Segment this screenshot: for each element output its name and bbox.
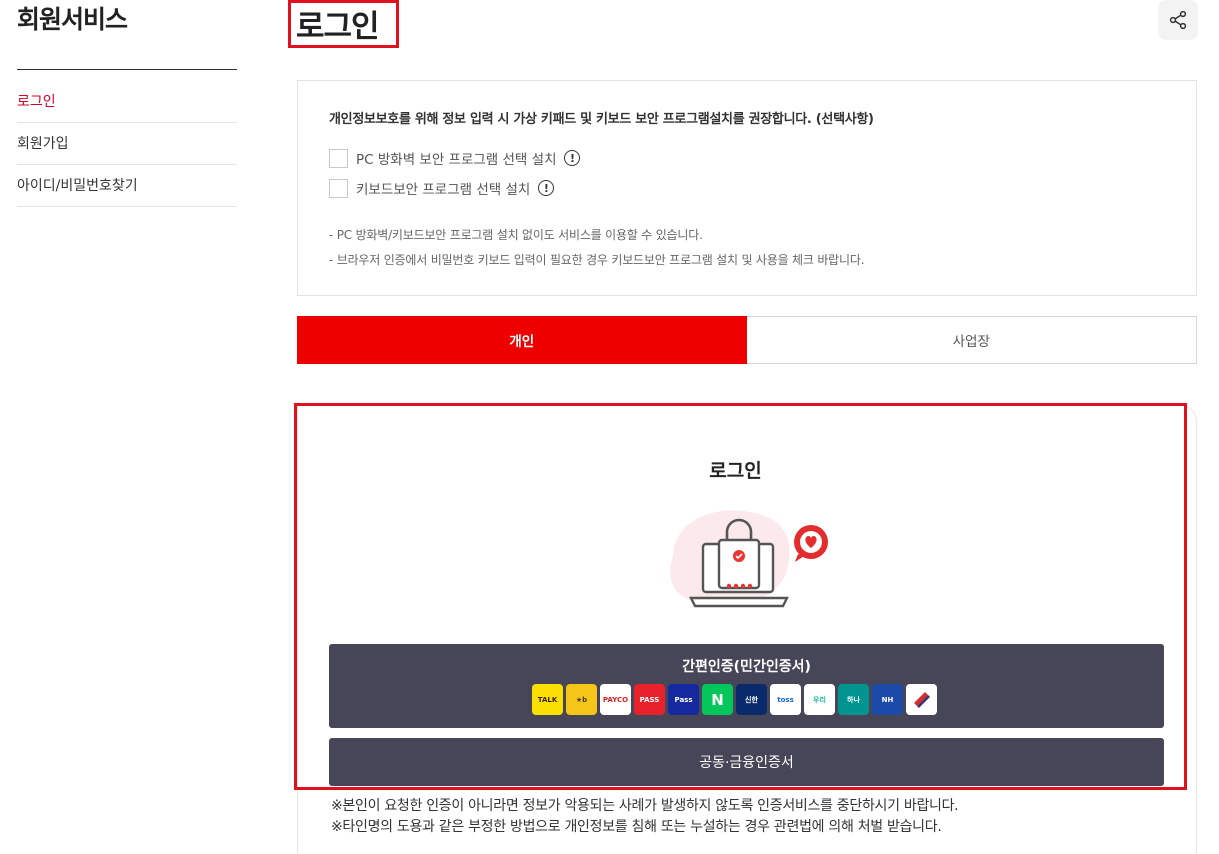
hana-icon[interactable]: 하나 [838, 684, 869, 715]
security-notice: 개인정보보호를 위해 정보 입력 시 가상 키패드 및 키보드 보안 프로그램설… [297, 80, 1197, 296]
firewall-option-label: PC 방화벽 보안 프로그램 선택 설치 [356, 152, 557, 168]
naver-icon[interactable]: N [702, 684, 733, 715]
firewall-checkbox[interactable] [329, 148, 348, 168]
share-icon [1169, 10, 1187, 30]
simple-auth-button[interactable]: 간편인증(민간인증서) TALK ★b PAYCO PASS Pass N 신한 toss 우리… [329, 644, 1164, 728]
login-panel-title: 로그인 [709, 460, 762, 482]
pass-icon[interactable]: PASS [634, 684, 665, 715]
payco-icon[interactable]: PAYCO [600, 684, 631, 715]
notice-note: - 브라우저 인증에서 비밀번호 키보드 입력이 필요한 경우 키보드보안 프로… [329, 253, 865, 267]
sidebar-item-login[interactable]: 로그인 [17, 81, 237, 123]
tab-business[interactable]: 사업장 [746, 316, 1197, 364]
share-button[interactable] [1158, 0, 1198, 40]
joint-financial-cert-button[interactable]: 공동·금융인증서 [329, 738, 1164, 786]
sidebar-item-find-id-password[interactable]: 아이디/비밀번호찾기 [17, 165, 237, 207]
samsung-pass-icon[interactable]: Pass [668, 684, 699, 715]
woori-icon[interactable]: 우리 [804, 684, 835, 715]
sidebar-divider [17, 69, 237, 70]
info-icon[interactable]: ! [538, 180, 555, 196]
firewall-option: PC 방화벽 보안 프로그램 선택 설치 ! [329, 148, 581, 168]
warning-text: ※본인이 요청한 인증이 아니라면 정보가 악용되는 사례가 발생하지 않도록 … [331, 798, 959, 814]
lock-laptop-illustration-icon [670, 510, 828, 608]
bank-card-icon[interactable] [906, 684, 937, 715]
kakao-talk-icon[interactable]: TALK [532, 684, 563, 715]
sidebar-menu: 로그인 회원가입 아이디/비밀번호찾기 [17, 81, 237, 207]
nh-icon[interactable]: NH [872, 684, 903, 715]
sidebar-title: 회원서비스 [17, 5, 128, 34]
warning-text: ※타인명의 도용과 같은 부정한 방법으로 개인정보를 침해 또는 누설하는 경… [331, 819, 942, 835]
page-title-highlight [288, 0, 399, 48]
security-notice-heading: 개인정보보호를 위해 정보 입력 시 가상 키패드 및 키보드 보안 프로그램설… [329, 112, 874, 127]
notice-note: - PC 방화벽/키보드보안 프로그램 설치 없이도 서비스를 이용할 수 있습… [329, 228, 703, 242]
keyboard-security-option: 키보드보안 프로그램 선택 설치 ! [329, 178, 555, 198]
simple-auth-label: 간편인증(민간인증서) [682, 659, 811, 675]
keyboard-security-checkbox[interactable] [329, 178, 348, 198]
toss-icon[interactable]: toss [770, 684, 801, 715]
keyboard-security-option-label: 키보드보안 프로그램 선택 설치 [356, 182, 531, 198]
info-icon[interactable]: ! [564, 150, 581, 166]
member-type-tabs: 개인 사업장 [297, 316, 1197, 364]
provider-icons: TALK ★b PAYCO PASS Pass N 신한 toss 우리 하나 NH [532, 684, 937, 715]
sidebar-item-signup[interactable]: 회원가입 [17, 123, 237, 165]
shinhan-icon[interactable]: 신한 [736, 684, 767, 715]
kb-icon[interactable]: ★b [566, 684, 597, 715]
tab-personal[interactable]: 개인 [297, 316, 747, 364]
